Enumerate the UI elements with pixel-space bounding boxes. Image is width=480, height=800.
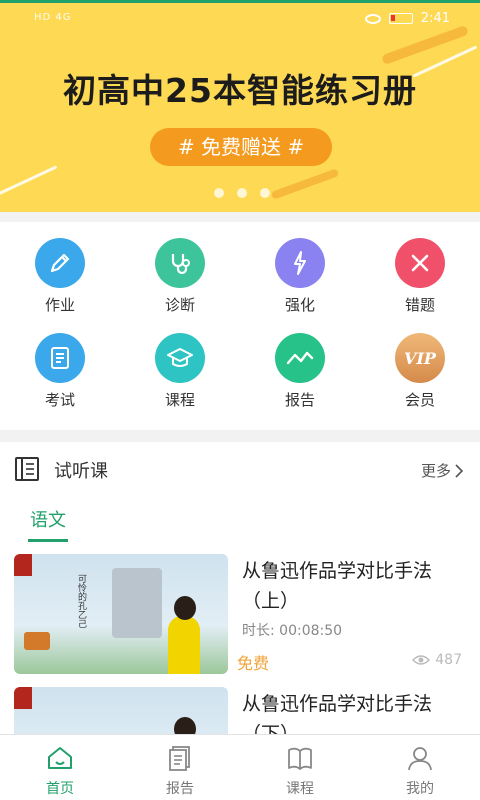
feature-label: 会员 <box>404 391 435 409</box>
view-count-value: 487 <box>435 652 462 668</box>
course-title: 从鲁迅作品学对比手法（下） <box>242 693 433 734</box>
tab-active-indicator <box>28 539 68 542</box>
more-label: 更多 <box>420 462 451 480</box>
feature-report[interactable]: 报告 <box>240 317 360 409</box>
feature-label: 作业 <box>44 296 75 314</box>
feature-mistakes[interactable]: 错题 <box>360 222 480 314</box>
tab-chinese[interactable]: 语文 <box>30 506 66 532</box>
course-card[interactable]: 从鲁迅作品学对比手法（下） <box>14 687 466 734</box>
illustration <box>112 568 162 638</box>
course-thumbnail[interactable] <box>14 687 228 734</box>
feature-membership[interactable]: VIP 会员 <box>360 317 480 409</box>
course-thumbnail[interactable]: 可怜的孔乙己 <box>14 554 228 674</box>
eye-icon <box>412 655 431 665</box>
carousel-dot[interactable] <box>260 188 270 198</box>
eye-comfort-icon <box>364 13 381 24</box>
nav-label: 我的 <box>406 781 434 797</box>
nav-label: 报告 <box>166 781 194 797</box>
carousel-dot[interactable] <box>237 188 247 198</box>
thumbnail-caption: 可怜的孔乙己 <box>76 574 86 628</box>
lightning-icon <box>275 238 325 288</box>
teacher-head <box>174 596 196 620</box>
nav-report[interactable]: 报告 <box>120 735 240 800</box>
nav-profile[interactable]: 我的 <box>360 735 480 800</box>
feature-reinforce[interactable]: 强化 <box>240 222 360 314</box>
x-mark-icon <box>395 238 445 288</box>
feature-homework[interactable]: 作业 <box>0 222 120 314</box>
channel-logo <box>14 687 32 709</box>
bottom-nav: 首页 报告 课程 我的 <box>0 734 480 800</box>
trial-lessons-section: 试听课 更多 语文 可怜的孔乙己 从鲁迅作品学对比手法（上） 时长: 00:08… <box>0 442 480 734</box>
promo-banner[interactable]: HD 4G 2:41 初高中25本智能练习册 # 免费赠送 # <box>0 0 480 212</box>
course-duration: 时长: 00:08:50 <box>242 623 343 639</box>
clock: 2:41 <box>420 11 450 26</box>
view-count: 487 <box>412 652 462 668</box>
free-gift-pill[interactable]: # 免费赠送 # <box>150 128 332 166</box>
nav-label: 首页 <box>46 781 74 797</box>
book-icon <box>15 457 39 481</box>
teacher-figure <box>168 616 200 674</box>
pencil-icon <box>35 238 85 288</box>
teacher-head <box>174 717 196 734</box>
nav-home[interactable]: 首页 <box>0 735 120 800</box>
banner-decor-stripe <box>270 168 340 200</box>
network-status: HD 4G <box>34 12 72 23</box>
profile-icon <box>408 747 432 771</box>
course-title: 从鲁迅作品学对比手法（上） <box>242 560 433 612</box>
section-header: 试听课 更多 <box>0 442 480 496</box>
banner-decor-line <box>0 165 58 198</box>
stethoscope-icon <box>155 238 205 288</box>
course-price: 免费 <box>237 654 270 673</box>
course-card[interactable]: 可怜的孔乙己 从鲁迅作品学对比手法（上） 时长: 00:08:50 免费 487 <box>14 554 466 674</box>
graduation-cap-icon <box>155 333 205 383</box>
nav-courses[interactable]: 课程 <box>240 735 360 800</box>
feature-label: 诊断 <box>164 296 195 314</box>
vip-icon: VIP <box>395 333 445 383</box>
carousel-dot[interactable] <box>214 188 224 198</box>
feature-label: 考试 <box>44 391 75 409</box>
feature-label: 强化 <box>284 296 315 314</box>
home-icon <box>48 747 72 769</box>
chevron-right-icon <box>455 463 464 478</box>
feature-grid: 作业 诊断 强化 错题 考试 课程 报告 VIP 会员 <box>0 222 480 430</box>
feature-exam[interactable]: 考试 <box>0 317 120 409</box>
report-icon <box>169 746 190 771</box>
status-bar: HD 4G 2:41 <box>0 8 480 32</box>
feature-label: 课程 <box>164 391 195 409</box>
top-accent-line <box>0 0 480 3</box>
more-link[interactable]: 更多 <box>421 460 464 481</box>
nav-label: 课程 <box>286 781 314 797</box>
feature-diagnosis[interactable]: 诊断 <box>120 222 240 314</box>
feature-label: 错题 <box>404 296 435 314</box>
trend-chart-icon <box>275 333 325 383</box>
illustration-sign <box>24 632 50 650</box>
banner-title: 初高中25本智能练习册 <box>63 71 417 110</box>
channel-logo <box>14 554 32 576</box>
section-title: 试听课 <box>54 461 108 482</box>
battery-icon <box>388 13 413 24</box>
carousel-indicator <box>214 188 270 198</box>
document-icon <box>35 333 85 383</box>
course-book-icon <box>288 747 312 770</box>
feature-label: 报告 <box>284 391 315 409</box>
feature-courses[interactable]: 课程 <box>120 317 240 409</box>
